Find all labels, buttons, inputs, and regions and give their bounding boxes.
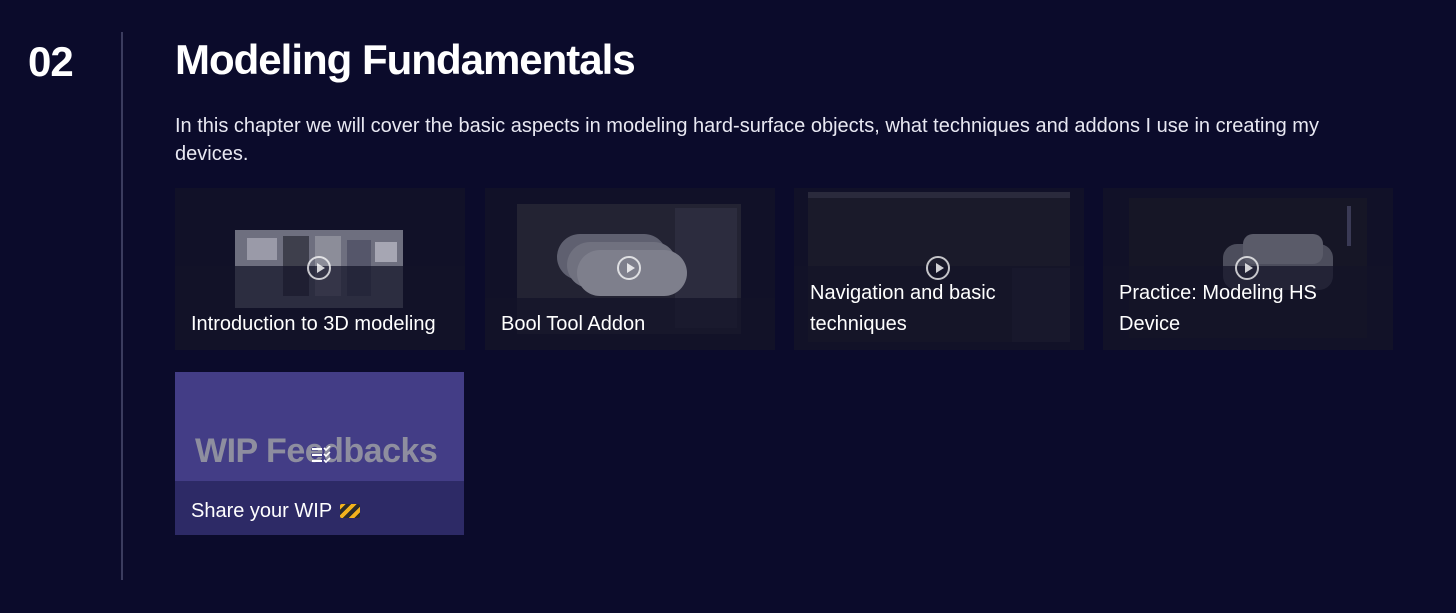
wip-label: Share your WIP — [191, 500, 361, 523]
chapter-divider — [121, 32, 123, 580]
lesson-title: Navigation and basic techniques — [810, 282, 996, 335]
lesson-card-practice[interactable]: Practice: Modeling HS Device — [1103, 188, 1393, 350]
play-icon[interactable] — [1235, 256, 1259, 280]
construction-barrier-icon — [340, 504, 361, 518]
chapter-description: In this chapter we will cover the basic … — [175, 115, 1319, 165]
lesson-card-bool-tool[interactable]: Bool Tool Addon — [485, 188, 775, 350]
chapter-number: 02 — [28, 38, 74, 85]
lesson-title: Practice: Modeling HS Device — [1119, 282, 1317, 335]
lesson-title: Introduction to 3D modeling — [191, 313, 436, 335]
checklist-icon — [311, 445, 331, 464]
lesson-card-intro[interactable]: Introduction to 3D modeling — [175, 188, 465, 350]
play-icon[interactable] — [617, 256, 641, 280]
wip-label-text: Share your WIP — [191, 500, 333, 522]
play-icon[interactable] — [926, 256, 950, 280]
wip-feedback-card[interactable]: WIP Feedbacks Share your WIP — [175, 372, 464, 535]
play-icon[interactable] — [307, 256, 331, 280]
chapter-title: Modeling Fundamentals — [175, 36, 636, 83]
lesson-card-navigation[interactable]: Navigation and basic techniques — [794, 188, 1084, 350]
lesson-title: Bool Tool Addon — [501, 313, 646, 335]
